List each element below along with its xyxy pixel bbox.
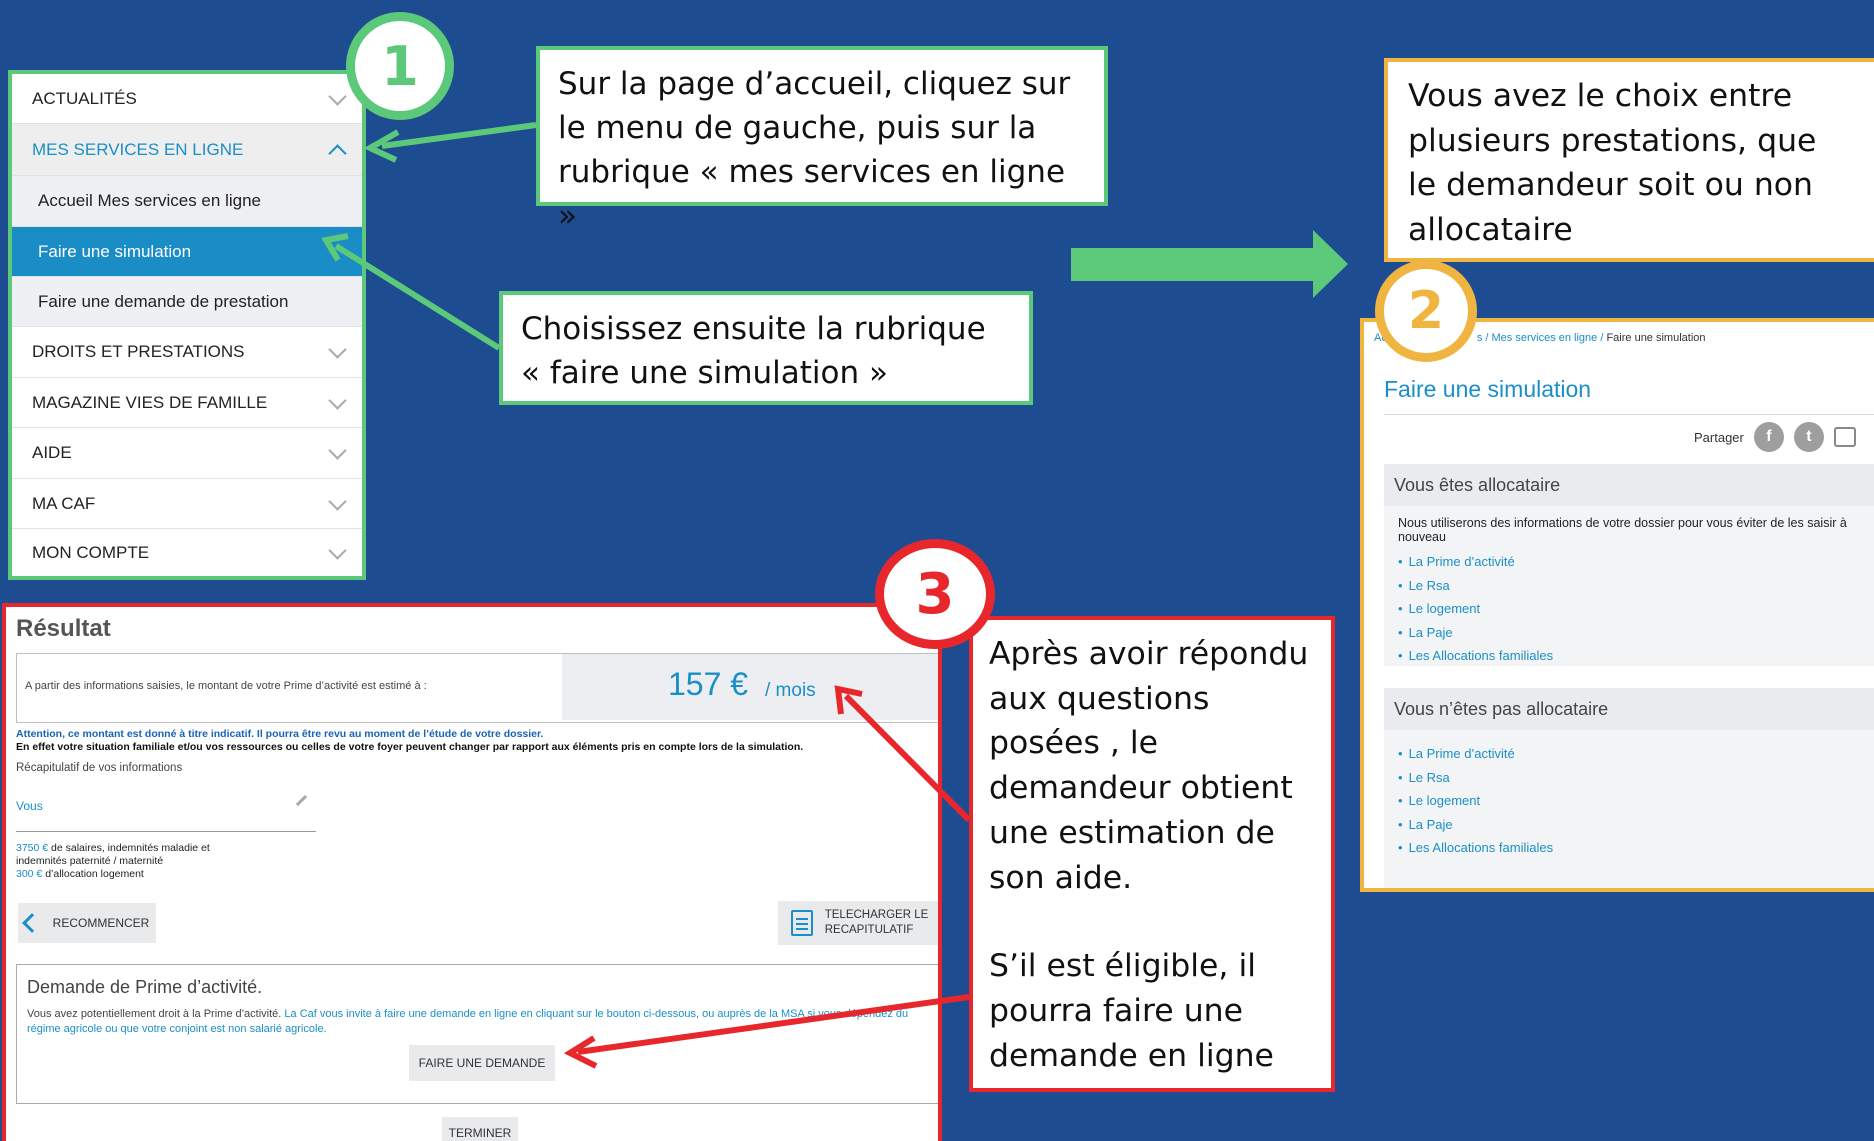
arrow-to-faire-une-simulation	[321, 233, 501, 351]
step-badge-1: 1	[346, 12, 454, 120]
step-badge-2: 2	[1375, 260, 1477, 362]
step-badge-3: 3	[875, 539, 995, 649]
arrow-to-mes-services	[363, 122, 537, 163]
arrow-to-request-button	[563, 994, 970, 1069]
arrow-to-estimate-amount	[834, 685, 972, 823]
block-arrow-right-icon	[1071, 230, 1348, 298]
